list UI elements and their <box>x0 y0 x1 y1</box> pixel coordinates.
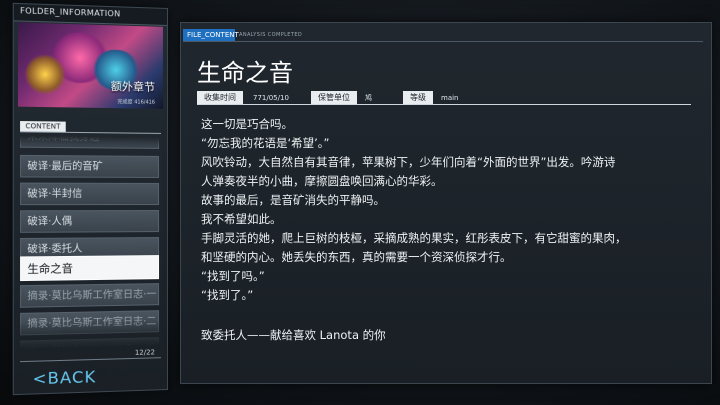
content-tag: CONTENT <box>20 121 66 132</box>
body-line: 故事的最后，是音矿消失的平静吗。 <box>201 193 385 207</box>
list-item[interactable]: 破译·半封信 <box>20 182 160 206</box>
body-line: “找到了吗。” <box>201 269 265 283</box>
file-body: 这一切是巧合吗。 “勿忘我的花语是‘希望’。” 风吹铃动，大自然自有其音律，苹果… <box>201 115 701 305</box>
level-label: 等级 <box>403 91 433 104</box>
page-count: 12/22 <box>134 348 156 357</box>
banner-art <box>24 53 66 96</box>
list-item[interactable]: 摘录·莫比乌斯工作室日志·一 <box>20 283 160 308</box>
folder-panel: FOLDER_INFORMATION 额外章节 完成度 416/416 CONT… <box>12 2 168 396</box>
file-title: 生命之音 <box>197 59 293 87</box>
file-status: ANALYSIS COMPLETED <box>239 32 303 38</box>
dedication-line: 致委托人——献给喜欢 Lanota 的你 <box>201 328 386 342</box>
body-line: 这一切是巧合吗。 <box>201 117 293 131</box>
chapter-banner[interactable]: 额外章节 完成度 416/416 <box>17 22 164 109</box>
file-content-panel: FILE_CONTENT ANALYSIS COMPLETED 生命之音 收集时… <box>180 22 712 384</box>
keeper-value: 鸠 <box>365 94 372 102</box>
body-line: “找到了。” <box>201 288 254 302</box>
content-divider <box>20 131 162 134</box>
back-button[interactable]: <BACK <box>33 367 97 388</box>
footer-divider <box>20 357 162 363</box>
body-line: 我不希望如此。 <box>201 212 282 226</box>
banner-title: 额外章节 <box>110 79 156 94</box>
list-fade <box>20 135 162 147</box>
list-item[interactable]: 破译·最后的音矿 <box>20 154 160 178</box>
body-line: “勿忘我的花语是‘希望’。” <box>201 136 330 150</box>
list-item[interactable]: 破译·人偶 <box>20 210 160 233</box>
body-line: 人弹奏夜半的小曲，摩擦圆盘唤回满心的华彩。 <box>201 174 443 188</box>
file-list[interactable]: 未来降临我身边 破译·最后的音矿 破译·半封信 破译·人偶 破译·委托人 生命之… <box>20 135 162 349</box>
file-viewer-screen: FOLDER_INFORMATION 额外章节 完成度 416/416 CONT… <box>0 0 720 405</box>
body-line: 和坚硬的内心。她丢失的东西，真的需要一个资深侦探才行。 <box>201 250 512 264</box>
list-item-selected[interactable]: 生命之音 <box>20 255 160 282</box>
collect-time-label: 收集时间 <box>197 91 243 104</box>
meta-divider <box>197 104 691 105</box>
banner-subtitle: 完成度 416/416 <box>117 99 156 106</box>
level-value: main <box>441 94 459 102</box>
file-content-tab: FILE_CONTENT <box>183 29 239 41</box>
folder-header-label: FOLDER_INFORMATION <box>20 6 121 19</box>
body-line: 手脚灵活的她，爬上巨树的枝桠，采摘成熟的果实，红彤表皮下，有它甜蜜的果肉， <box>201 231 627 245</box>
body-line: 风吹铃动，大自然自有其音律，苹果树下，少年们向着“外面的世界”出发。吟游诗 <box>201 155 616 169</box>
collect-time-value: 771/05/10 <box>253 94 289 102</box>
keeper-label: 保管单位 <box>311 91 357 104</box>
file-meta: 收集时间 771/05/10 保管单位 鸠 等级 main <box>197 91 687 105</box>
list-fade <box>20 319 162 349</box>
header-divider <box>183 41 703 42</box>
